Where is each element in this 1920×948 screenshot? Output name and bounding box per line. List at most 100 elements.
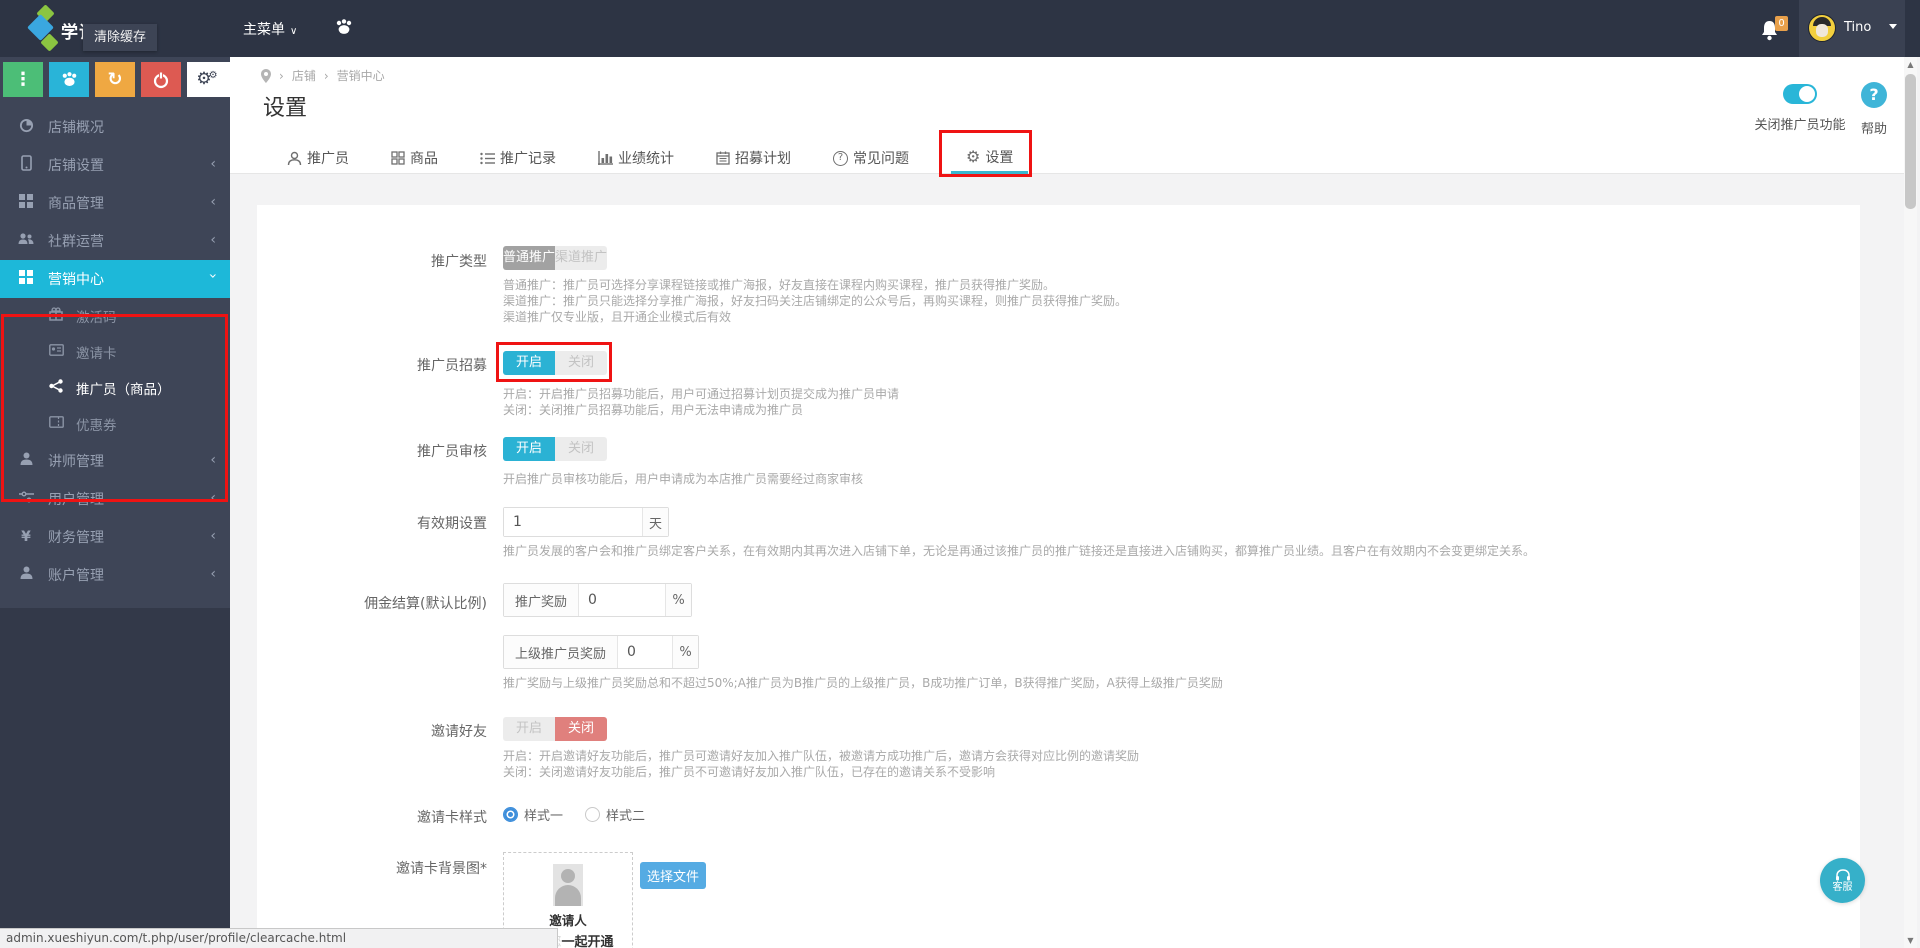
more-options-button[interactable]: ⋮ — [3, 62, 43, 97]
power-button[interactable] — [141, 62, 181, 97]
help-button[interactable]: ? 帮助 — [1852, 82, 1896, 137]
sidebar-subitem-activation-code[interactable]: 激活码 — [0, 298, 230, 334]
sidebar-item-label: 账户管理 — [48, 565, 104, 585]
chevron-left-icon: ‹ — [210, 156, 216, 172]
tab-promotion-records[interactable]: 推广记录 — [480, 142, 556, 174]
promo-type-channel-button[interactable]: 渠道推广 — [555, 246, 607, 270]
tab-settings[interactable]: ⚙ 设置 — [951, 142, 1028, 174]
card-style-option-2[interactable]: 样式二 — [585, 805, 645, 824]
review-segmented: 开启 关闭 — [503, 437, 607, 461]
breadcrumb-marketing-center[interactable]: 营销中心 — [337, 67, 385, 84]
sidebar-item-lecturer-management[interactable]: 讲师管理 ‹ — [0, 442, 230, 480]
validity-input-group: 天 — [503, 507, 669, 537]
user-menu[interactable]: Tino — [1799, 0, 1905, 57]
review-help: 开启推广员审核功能后，用户申请成为本店推广员需要经过商家审核 — [503, 471, 863, 487]
tab-label: 推广记录 — [500, 148, 556, 168]
scrollbar-thumb[interactable] — [1905, 74, 1916, 209]
chevron-down-icon: ∨ — [290, 26, 297, 37]
breadcrumb-shop[interactable]: 店铺 — [292, 67, 316, 84]
card-style-label: 邀请卡样式 — [257, 807, 487, 827]
settings-form-panel: 推广类型 普通推广 渠道推广 普通推广：推广员可选择分享课程链接或推广海报，好友… — [257, 205, 1860, 948]
toggle-on-icon[interactable] — [1783, 84, 1817, 104]
refresh-button[interactable]: ↻ — [95, 62, 135, 97]
commission-input-1[interactable] — [579, 584, 665, 616]
scroll-down-arrow[interactable]: ▼ — [1904, 933, 1917, 948]
sidebar-subitem-coupon[interactable]: 优惠券 — [0, 406, 230, 442]
question-circle-icon: ? — [1861, 82, 1887, 108]
promo-type-help-1: 普通推广：推广员可选择分享课程链接或推广海报，好友直接在课程内购买课程，推广员获… — [503, 277, 1055, 293]
sidebar-item-finance-management[interactable]: ¥ 财务管理 ‹ — [0, 518, 230, 556]
gift-icon — [48, 307, 64, 325]
tab-promoter[interactable]: 推广员 — [287, 142, 349, 174]
review-off-button[interactable]: 关闭 — [555, 437, 607, 461]
invite-friend-off-button[interactable]: 关闭 — [555, 717, 607, 741]
tab-products[interactable]: 商品 — [391, 142, 438, 174]
sidebar-item-product-management[interactable]: 商品管理 ‹ — [0, 184, 230, 222]
commission-label: 佣金结算(默认比例) — [257, 593, 487, 613]
tab-label: 设置 — [985, 147, 1013, 167]
scroll-up-arrow[interactable]: ▲ — [1904, 57, 1917, 72]
yen-icon: ¥ — [18, 529, 34, 545]
choose-file-button[interactable]: 选择文件 — [640, 862, 706, 889]
promo-type-normal-button[interactable]: 普通推广 — [503, 246, 555, 270]
sidebar-item-marketing-center[interactable]: 营销中心 ‹ — [0, 260, 230, 298]
sidebar-item-label: 营销中心 — [48, 269, 104, 289]
customer-service-button[interactable]: 客服 — [1820, 858, 1865, 903]
chevron-left-icon: ‹ — [210, 452, 216, 468]
sidebar-item-shop-settings[interactable]: 店铺设置 ‹ — [0, 146, 230, 184]
invite-friend-help-1: 开启：开启邀请好友功能后，推广员可邀请好友加入推广队伍，被邀请方成功推广后，邀请… — [503, 748, 1139, 764]
user-icon — [287, 151, 302, 166]
commission-help: 推广奖励与上级推广员奖励总和不超过50%;A推广员为B推广员的上级推广员，B成功… — [503, 675, 1223, 691]
main-menu-dropdown[interactable]: 主菜单∨ — [243, 19, 297, 39]
paw-icon[interactable] — [334, 18, 354, 40]
app-logo[interactable] — [12, 3, 64, 55]
paw-button[interactable] — [49, 62, 89, 97]
promo-type-help-3: 渠道推广仅专业版，且开通企业模式后有效 — [503, 309, 731, 325]
tab-performance-stats[interactable]: 业绩统计 — [598, 142, 674, 174]
calendar-icon — [716, 151, 730, 165]
commission-input-2[interactable] — [618, 636, 672, 668]
grid-icon — [18, 194, 34, 212]
chevron-left-icon: ‹ — [210, 232, 216, 248]
invite-friend-label: 邀请好友 — [257, 721, 487, 741]
tab-label: 常见问题 — [853, 148, 909, 168]
review-label: 推广员审核 — [257, 441, 487, 461]
recruit-label: 推广员招募 — [257, 355, 487, 375]
tab-recruitment-plan[interactable]: 招募计划 — [716, 142, 791, 174]
card-style-option-1[interactable]: 样式一 — [503, 805, 563, 824]
sidebar-item-label: 推广员（商品） — [76, 378, 171, 398]
vertical-scrollbar[interactable]: ▲ ▼ — [1904, 57, 1917, 948]
content-header: › 店铺 › 营销中心 设置 推广员 商品 推广记录 业绩统计 招募计划 ? 常… — [230, 57, 1904, 174]
recruit-off-button[interactable]: 关闭 — [555, 351, 607, 375]
radio-selected-icon — [503, 807, 518, 822]
sidebar-subitem-invite-card[interactable]: 邀请卡 — [0, 334, 230, 370]
sidebar: ⋮ ↻ ⚙⚙ 店铺概况 店铺设置 ‹ 商品管理 ‹ 社群运营 ‹ — [0, 57, 230, 948]
promo-type-help-2: 渠道推广：推广员只能选择分享推广海报，好友扫码关注店铺绑定的公众号后，再购买课程… — [503, 293, 1127, 309]
chevron-left-icon: ‹ — [210, 194, 216, 210]
notification-bell[interactable]: 0 — [1760, 20, 1790, 50]
validity-input[interactable] — [504, 508, 642, 536]
commission-field-1: 推广奖励 % — [503, 583, 692, 617]
sidebar-item-account-management[interactable]: 账户管理 ‹ — [0, 556, 230, 594]
power-icon — [152, 71, 170, 89]
sidebar-item-label: 优惠券 — [76, 414, 117, 434]
chevron-left-icon: ‹ — [210, 490, 216, 506]
commission-prefix-1: 推广奖励 — [504, 584, 579, 616]
validity-unit: 天 — [642, 508, 668, 536]
sidebar-subitem-promoter-product[interactable]: 推广员（商品） — [0, 370, 230, 406]
coupon-icon — [48, 416, 64, 432]
settings-button[interactable]: ⚙⚙ — [187, 62, 230, 97]
tab-faq[interactable]: ? 常见问题 — [833, 142, 909, 174]
list-icon — [480, 152, 495, 165]
recruit-on-button[interactable]: 开启 — [503, 351, 555, 375]
sidebar-item-community-operation[interactable]: 社群运营 ‹ — [0, 222, 230, 260]
close-promoter-feature-toggle[interactable]: 关闭推广员功能 — [1754, 84, 1846, 133]
sidebar-item-label: 讲师管理 — [48, 451, 104, 471]
sidebar-item-label: 财务管理 — [48, 527, 104, 547]
invite-friend-on-button[interactable]: 开启 — [503, 717, 555, 741]
sidebar-item-user-management[interactable]: 用户管理 ‹ — [0, 480, 230, 518]
radio-unselected-icon — [585, 807, 600, 822]
sidebar-item-shop-overview[interactable]: 店铺概况 — [0, 108, 230, 146]
help-label: 帮助 — [1852, 118, 1896, 137]
review-on-button[interactable]: 开启 — [503, 437, 555, 461]
